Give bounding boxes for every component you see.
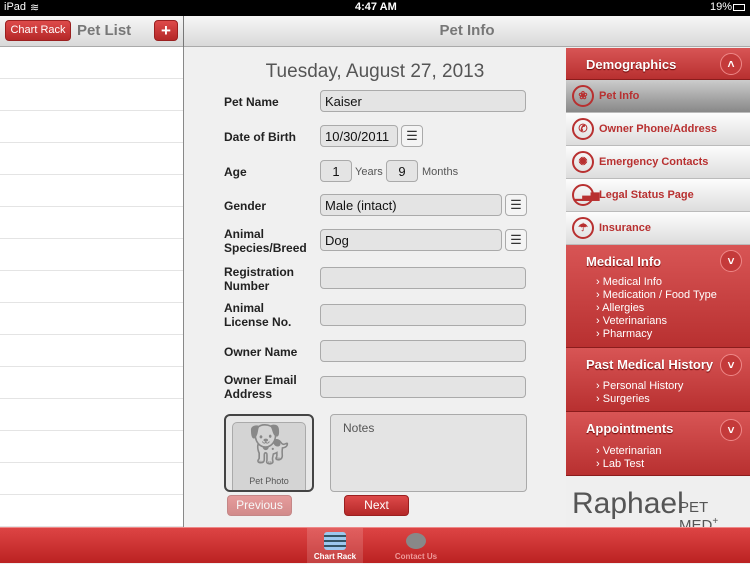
medical-info-section[interactable]: Medical Info ˅ › Medical Info › Medicati…: [566, 245, 750, 348]
subitem-personal-history[interactable]: › Personal History: [596, 380, 683, 393]
dog-icon: 🐕︎: [244, 423, 295, 467]
tab-chart-rack[interactable]: Chart Rack: [307, 528, 363, 564]
subitem-lab-test[interactable]: › Lab Test: [596, 458, 661, 471]
battery-icon: [733, 4, 745, 11]
pet-name-input[interactable]: Kaiser: [320, 90, 526, 112]
sidebar-item-legal[interactable]: ▁▃▅ Legal Status Page: [566, 179, 750, 212]
phone-icon: ✆: [572, 118, 594, 140]
demographics-header[interactable]: Demographics ˄: [566, 48, 750, 80]
email-label: Owner Email Address: [224, 373, 297, 401]
license-input[interactable]: [320, 304, 526, 326]
siren-icon: ✺: [572, 151, 594, 173]
owner-name-input[interactable]: [320, 340, 526, 362]
chevron-down-icon[interactable]: ˅: [720, 354, 742, 376]
list-icon[interactable]: ☰: [505, 229, 527, 251]
nav-bar: Chart Rack Pet List + Pet Info: [0, 16, 750, 47]
years-label: Years: [355, 166, 383, 178]
months-label: Months: [422, 166, 459, 178]
sidebar-item-owner-phone[interactable]: ✆ Owner Phone/Address: [566, 113, 750, 146]
paw-icon: ❀: [572, 85, 594, 107]
sidebar-item-emergency[interactable]: ✺ Emergency Contacts: [566, 146, 750, 179]
date-heading: Tuesday, August 27, 2013: [265, 61, 485, 82]
sidebar-item-insurance[interactable]: ☂ Insurance: [566, 212, 750, 245]
pet-photo-button[interactable]: 🐕︎ Pet Photo: [224, 414, 314, 492]
pet-photo-label: Pet Photo: [249, 476, 289, 486]
battery-level: 19%: [710, 1, 733, 13]
add-pet-button[interactable]: +: [154, 20, 178, 41]
pet-info-form: Tuesday, August 27, 2013 Pet Name Kaiser…: [184, 47, 566, 527]
page-title: Pet Info: [439, 22, 495, 39]
list-icon[interactable]: ☰: [401, 125, 423, 147]
dob-input[interactable]: 10/30/2011: [320, 125, 398, 147]
species-label: Animal Species/Breed: [224, 227, 307, 255]
speech-bubble-icon: [406, 533, 426, 549]
chevron-up-icon[interactable]: ˄: [720, 53, 742, 75]
subitem-veterinarians[interactable]: › Veterinarians: [596, 315, 717, 328]
subitem-medication[interactable]: › Medication / Food Type: [596, 289, 717, 302]
subitem-veterinarian[interactable]: › Veterinarian: [596, 445, 661, 458]
age-label: Age: [224, 165, 247, 179]
dob-label: Date of Birth: [224, 130, 296, 144]
device-name: iPad: [4, 1, 27, 13]
subitem-medical-info[interactable]: › Medical Info: [596, 276, 717, 289]
chart-rack-button[interactable]: Chart Rack: [5, 20, 71, 41]
pet-list-title: Pet List: [77, 22, 132, 39]
section-sidebar: Demographics ˄ ❀ Pet Info ✆ Owner Phone/Ad…: [566, 47, 750, 534]
chevron-down-icon[interactable]: ˅: [720, 250, 742, 272]
pet-name-label: Pet Name: [224, 95, 279, 109]
appointments-section[interactable]: Appointments ˅ › Veterinarian › Lab Test: [566, 412, 750, 476]
age-years-input[interactable]: 1: [320, 160, 352, 182]
status-bar: iPad ≋ 4:47 AM 19%: [0, 0, 750, 16]
license-label: Animal License No.: [224, 301, 292, 329]
past-medical-history-section[interactable]: Past Medical History ˅ › Personal Histor…: [566, 348, 750, 412]
age-months-input[interactable]: 9: [386, 160, 418, 182]
raphael-pet-med-logo: Raphael PET MED+: [566, 477, 750, 534]
medical-subitems: › Medical Info › Medication / Food Type …: [596, 276, 717, 341]
gender-select[interactable]: Male (intact): [320, 194, 502, 216]
pet-list[interactable]: [0, 47, 184, 527]
tab-bar: Chart Rack Contact Us: [0, 527, 750, 564]
email-input[interactable]: [320, 376, 526, 398]
next-button[interactable]: Next: [344, 495, 409, 516]
tab-contact-us[interactable]: Contact Us: [388, 528, 444, 564]
sidebar-item-pet-info[interactable]: ❀ Pet Info: [566, 80, 750, 113]
species-select[interactable]: Dog: [320, 229, 502, 251]
clock: 4:47 AM: [355, 1, 397, 13]
chevron-down-icon[interactable]: ˅: [720, 419, 742, 441]
owner-name-label: Owner Name: [224, 345, 298, 359]
chart-rack-icon: [324, 532, 346, 550]
subitem-pharmacy[interactable]: › Pharmacy: [596, 328, 717, 341]
umbrella-icon: ☂: [572, 217, 594, 239]
registration-input[interactable]: [320, 267, 526, 289]
previous-button[interactable]: Previous: [227, 495, 292, 516]
subitem-allergies[interactable]: › Allergies: [596, 302, 717, 315]
gender-label: Gender: [224, 199, 267, 213]
registration-label: Registration Number: [224, 265, 295, 293]
notes-textarea[interactable]: Notes: [330, 414, 527, 492]
subitem-surgeries[interactable]: › Surgeries: [596, 393, 683, 406]
signal-bars-icon: ▁▃▅: [572, 184, 599, 206]
wifi-icon: ≋: [30, 2, 40, 14]
list-icon[interactable]: ☰: [505, 194, 527, 216]
